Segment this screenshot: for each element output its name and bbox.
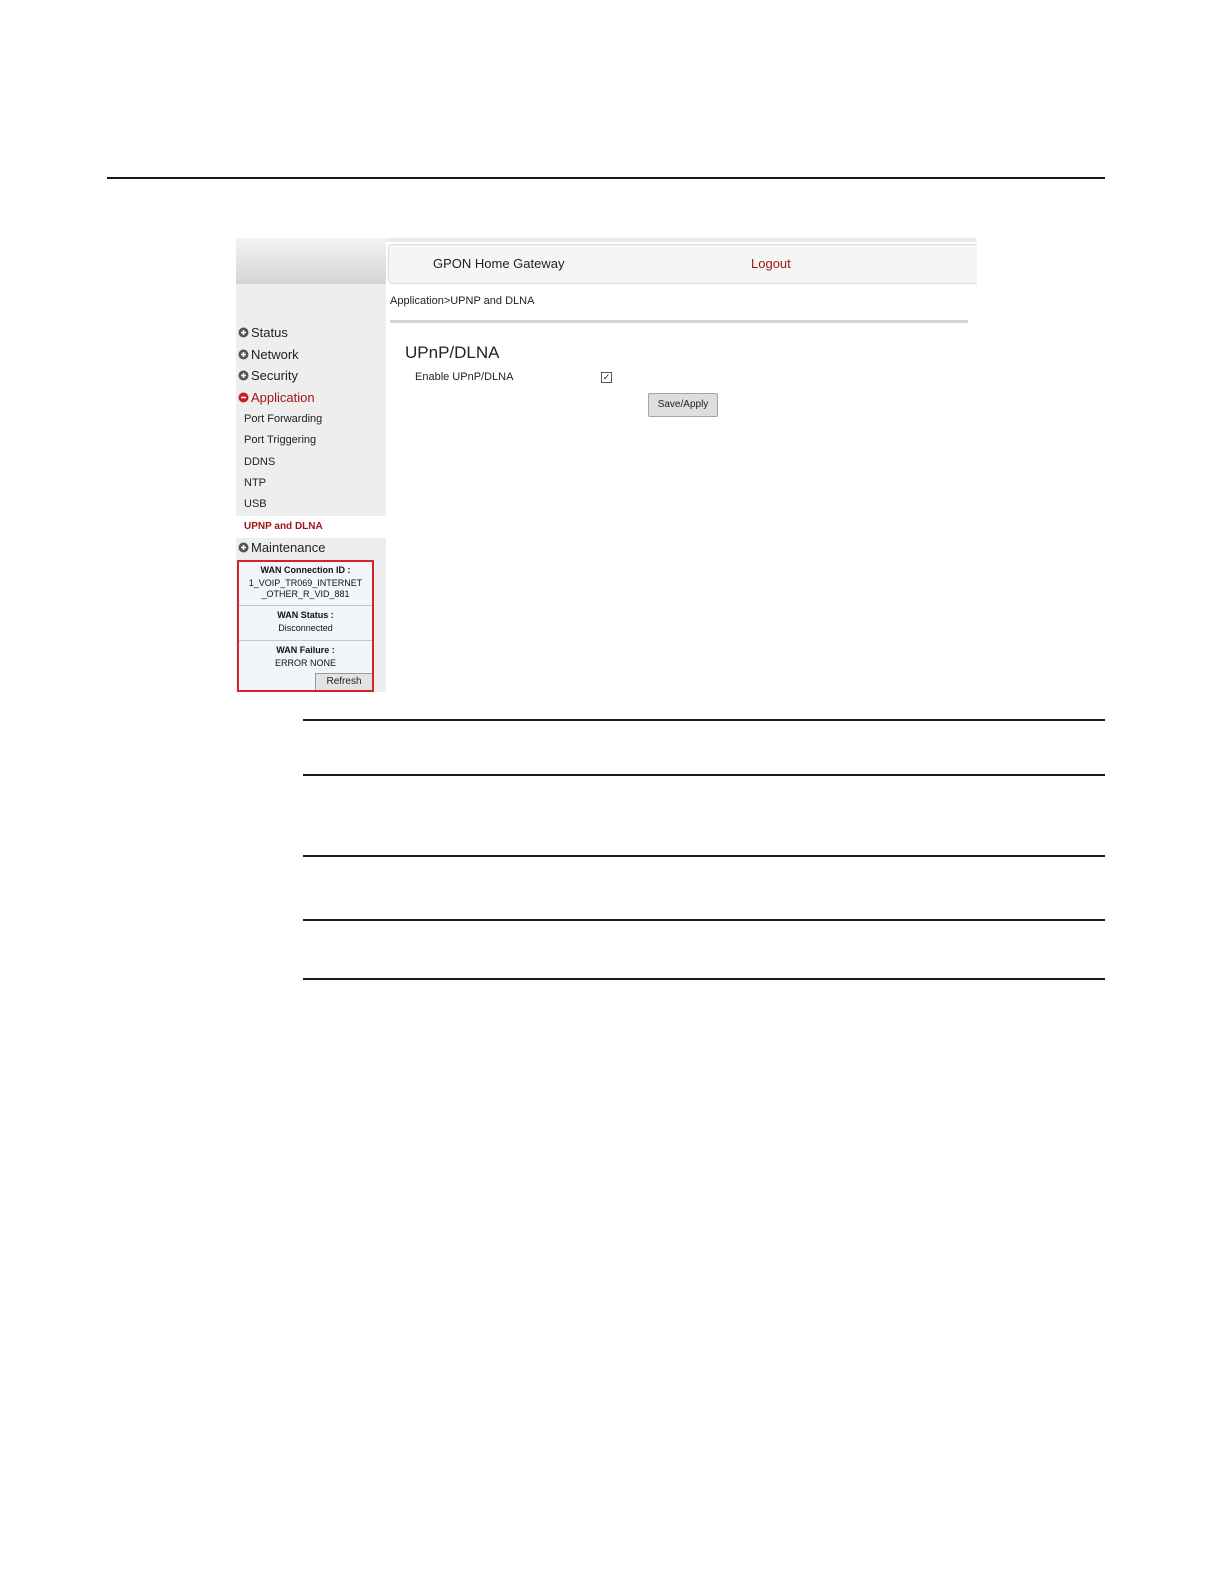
wan-connection-section: WAN Connection ID : 1_VOIP_TR069_INTERNE… — [239, 565, 372, 600]
wan-status-label: WAN Status : — [277, 610, 334, 620]
wan-status-section: WAN Status : Disconnected — [239, 610, 372, 634]
plus-icon — [238, 327, 249, 338]
save-apply-button[interactable]: Save/Apply — [648, 393, 718, 417]
sidebar-item-maintenance[interactable]: Maintenance — [238, 540, 325, 555]
header-shadow — [386, 238, 976, 242]
wan-divider — [239, 640, 372, 641]
wan-connection-value-1: 1_VOIP_TR069_INTERNET — [248, 578, 363, 588]
document-rule — [303, 774, 1105, 776]
sidebar-subitem-upnp-dlna[interactable]: UPNP and DLNA — [244, 521, 323, 532]
wan-status-value: Disconnected — [278, 623, 333, 633]
sidebar-subitem-usb[interactable]: USB — [244, 498, 267, 510]
sidebar-subitem-port-triggering[interactable]: Port Triggering — [244, 434, 316, 446]
sidebar-item-network[interactable]: Network — [238, 347, 299, 362]
sidebar-item-security[interactable]: Security — [238, 368, 298, 383]
plus-icon — [238, 370, 249, 381]
breadcrumb: Application>UPNP and DLNA — [390, 295, 535, 307]
checkmark-icon: ✓ — [602, 372, 611, 382]
plus-icon — [238, 542, 249, 553]
wan-connection-value-2: _OTHER_R_VID_881 — [261, 589, 350, 599]
minus-icon — [238, 392, 249, 403]
sidebar-item-status[interactable]: Status — [238, 325, 288, 340]
document-rule — [303, 855, 1105, 857]
sidebar-item-application[interactable]: Application — [238, 390, 315, 405]
document-rule — [303, 719, 1105, 721]
refresh-button[interactable]: Refresh — [315, 673, 372, 690]
top-bar: GPON Home Gateway Logout — [388, 244, 977, 284]
sidebar-item-label: Status — [251, 325, 288, 340]
enable-upnp-label: Enable UPnP/DLNA — [415, 371, 514, 383]
sidebar-subitem-ddns[interactable]: DDNS — [244, 456, 275, 468]
sidebar-item-label: Network — [251, 347, 299, 362]
sidebar-item-label: Application — [251, 390, 315, 405]
enable-upnp-checkbox[interactable]: ✓ — [601, 372, 612, 383]
plus-icon — [238, 349, 249, 360]
sidebar-header — [236, 238, 386, 284]
wan-failure-value: ERROR NONE — [274, 658, 336, 668]
wan-info-panel: WAN Connection ID : 1_VOIP_TR069_INTERNE… — [237, 560, 374, 692]
sidebar-item-label: Maintenance — [251, 540, 326, 555]
page-title: UPnP/DLNA — [405, 343, 500, 362]
logout-link[interactable]: Logout — [751, 256, 791, 271]
sidebar: Status Network Security Application Port… — [236, 238, 386, 692]
router-ui-screenshot: Status Network Security Application Port… — [236, 238, 977, 692]
document-rule — [303, 919, 1105, 921]
document-rule — [303, 978, 1105, 980]
wan-failure-label: WAN Failure : — [276, 645, 335, 655]
sidebar-subitem-port-forwarding[interactable]: Port Forwarding — [244, 413, 322, 425]
wan-connection-label: WAN Connection ID : — [260, 565, 351, 575]
sidebar-item-label: Security — [251, 368, 298, 383]
wan-failure-section: WAN Failure : ERROR NONE — [239, 645, 372, 669]
document-top-rule — [107, 177, 1105, 179]
app-title: GPON Home Gateway — [433, 256, 565, 271]
wan-divider — [239, 605, 372, 606]
sidebar-subitem-ntp[interactable]: NTP — [244, 477, 266, 489]
content-divider — [390, 320, 968, 323]
